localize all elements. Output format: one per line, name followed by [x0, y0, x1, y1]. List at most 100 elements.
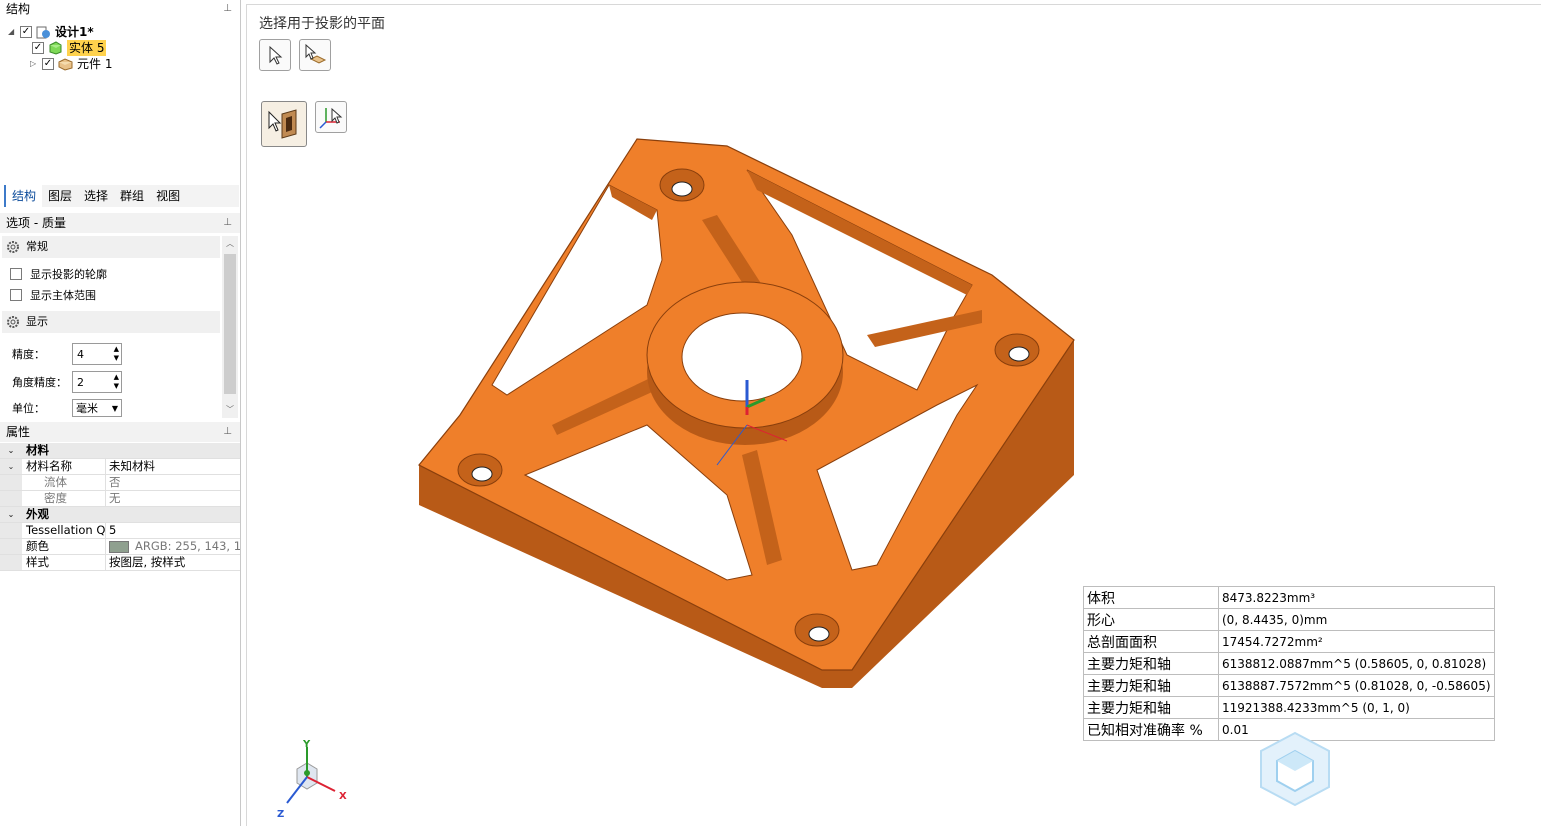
color-swatch	[109, 540, 129, 553]
property-row-style[interactable]: 样式 按图层, 按样式	[0, 555, 240, 571]
view-axis-triad[interactable]: Y X Z	[273, 739, 353, 819]
expand-icon[interactable]: ▷	[30, 56, 40, 72]
angle-precision-value: 2	[77, 375, 84, 389]
tree-node-component[interactable]: ▷ ✓ 元件 1	[30, 56, 112, 72]
tab-layers[interactable]: 图层	[42, 185, 78, 207]
properties-panel-title: 属性	[6, 425, 31, 439]
component-icon	[58, 58, 73, 71]
property-row-tessellation[interactable]: Tessellation Qua 5	[0, 523, 240, 539]
unit-label: 单位：	[12, 402, 45, 415]
tree-label-solid: 实体 5	[67, 40, 107, 56]
watermark-logo	[1260, 731, 1330, 807]
precision-stepper[interactable]: 4 ▲ ▼	[72, 343, 122, 365]
angle-precision-row: 角度精度： 2 ▲ ▼	[12, 371, 122, 393]
property-key: 样式	[22, 555, 106, 570]
corner-hole	[808, 626, 830, 642]
options-scrollbar[interactable]: ︿ ﹀	[222, 236, 238, 418]
result-row: 总剖面面积 17454.7272mm²	[1083, 630, 1495, 653]
property-row-fluid[interactable]: 流体 否	[0, 475, 240, 491]
collapse-icon[interactable]: ◢	[8, 24, 18, 40]
unit-select[interactable]: 毫米 ▼	[72, 399, 122, 417]
property-row-color[interactable]: 颜色 ARGB: 255, 143, 175	[0, 539, 240, 555]
property-value[interactable]: 未知材料	[106, 459, 240, 474]
gear-icon	[7, 316, 19, 328]
property-value[interactable]: 5	[106, 523, 240, 538]
chevron-down-icon[interactable]: ⌄	[0, 507, 22, 522]
stepper-arrows-icon[interactable]: ▲ ▼	[114, 373, 121, 391]
result-value: 17454.7272mm²	[1218, 630, 1495, 653]
result-row: 体积 8473.8223mm³	[1083, 586, 1495, 609]
property-row-density[interactable]: 密度 无	[0, 491, 240, 507]
center-hole	[681, 312, 803, 402]
property-value[interactable]: 按图层, 按样式	[106, 555, 240, 570]
pin-icon[interactable]: ⊥	[223, 213, 232, 233]
result-key: 已知相对准确率 %	[1083, 718, 1219, 741]
tree-label-design: 设计1*	[55, 25, 94, 39]
appearance-category[interactable]: ⌄ 外观	[0, 507, 240, 523]
show-projection-outline-checkbox[interactable]	[10, 268, 22, 280]
property-key: 密度	[22, 491, 106, 506]
display-group-header[interactable]: 显示	[2, 311, 220, 333]
tree-node-design[interactable]: ◢ ✓ 设计1*	[8, 24, 94, 40]
property-row-material-name[interactable]: ⌄ 材料名称 未知材料	[0, 459, 240, 475]
general-group-header[interactable]: 常规	[2, 236, 220, 258]
corner-hole	[671, 181, 693, 197]
result-key: 总剖面面积	[1083, 630, 1219, 653]
angle-precision-stepper[interactable]: 2 ▲ ▼	[72, 371, 122, 393]
result-row: 主要力矩和轴 6138887.7572mm^5 (0.81028, 0, -0.5…	[1083, 674, 1495, 697]
pin-icon[interactable]: ⊥	[223, 422, 232, 442]
material-category[interactable]: ⌄ 材料	[0, 443, 240, 459]
property-value: 否	[109, 475, 121, 489]
show-projection-outline-label: 显示投影的轮廓	[30, 268, 107, 281]
tree-node-solid[interactable]: ✓ 实体 5	[32, 40, 107, 56]
chevron-down-icon: ▼	[111, 403, 118, 413]
general-group-label: 常规	[26, 240, 48, 253]
options-panel-title: 选项 - 质量	[6, 216, 66, 230]
tab-structure[interactable]: 结构	[4, 185, 43, 207]
tab-selection[interactable]: 选择	[78, 185, 114, 207]
select-tool-button[interactable]	[259, 39, 291, 71]
show-body-range-option[interactable]: 显示主体范围	[10, 286, 96, 304]
result-value: 8473.8223mm³	[1218, 586, 1495, 609]
select-projection-plane-button[interactable]	[261, 101, 307, 147]
select-face-tool-button[interactable]	[299, 39, 331, 71]
display-group-label: 显示	[26, 315, 48, 328]
scroll-up-icon[interactable]: ︿	[222, 236, 238, 252]
result-key: 体积	[1083, 586, 1219, 609]
result-key: 主要力矩和轴	[1083, 652, 1219, 675]
gear-icon	[7, 241, 19, 253]
stepper-arrows-icon[interactable]: ▲ ▼	[114, 345, 121, 363]
precision-row: 精度： 4 ▲ ▼	[12, 343, 122, 365]
pin-icon[interactable]: ⊥	[223, 0, 232, 18]
options-body: 常规 显示投影的轮廓 显示主体范围 显示 精度： 4 ▲ ▼ 角度精度： 2 ▲ ▼	[0, 236, 240, 420]
tab-groups[interactable]: 群组	[114, 185, 150, 207]
select-coordinate-system-button[interactable]	[315, 101, 347, 133]
show-body-range-checkbox[interactable]	[10, 289, 22, 301]
corner-hole	[1008, 346, 1030, 362]
chevron-down-icon[interactable]: ⌄	[0, 443, 22, 458]
property-key: Tessellation Qua	[22, 523, 106, 538]
structure-panel-title: 结构	[6, 2, 31, 16]
solid-body-icon	[49, 41, 62, 55]
3d-viewport[interactable]: 选择用于投影的平面 体积 8473.8223mm³ 形心 (0, 8.4435,…	[246, 4, 1541, 826]
result-row: 形心 (0, 8.4435, 0)mm	[1083, 608, 1495, 631]
visibility-checkbox[interactable]: ✓	[42, 58, 54, 70]
tab-views[interactable]: 视图	[150, 185, 186, 207]
mass-properties-table: 体积 8473.8223mm³ 形心 (0, 8.4435, 0)mm 总剖面面积 174…	[1083, 586, 1495, 741]
angle-precision-label: 角度精度：	[12, 376, 67, 389]
unit-value: 毫米	[76, 402, 98, 415]
precision-value: 4	[77, 347, 84, 361]
result-row: 主要力矩和轴 11921388.4233mm^5 (0, 1, 0)	[1083, 696, 1495, 719]
scrollbar-thumb[interactable]	[224, 254, 236, 394]
scroll-down-icon[interactable]: ﹀	[222, 402, 238, 418]
chevron-down-icon[interactable]: ⌄	[0, 459, 22, 474]
property-key: 材料名称	[22, 459, 106, 474]
part-model[interactable]	[397, 125, 1097, 725]
cursor-arrow-icon	[269, 45, 283, 65]
property-value[interactable]: ARGB: 255, 143, 175	[106, 539, 240, 554]
show-projection-outline-option[interactable]: 显示投影的轮廓	[10, 265, 107, 283]
prompt-text: 选择用于投影的平面	[259, 16, 385, 32]
visibility-checkbox[interactable]: ✓	[32, 42, 44, 54]
visibility-checkbox[interactable]: ✓	[20, 26, 32, 38]
x-axis-label: X	[339, 791, 347, 802]
